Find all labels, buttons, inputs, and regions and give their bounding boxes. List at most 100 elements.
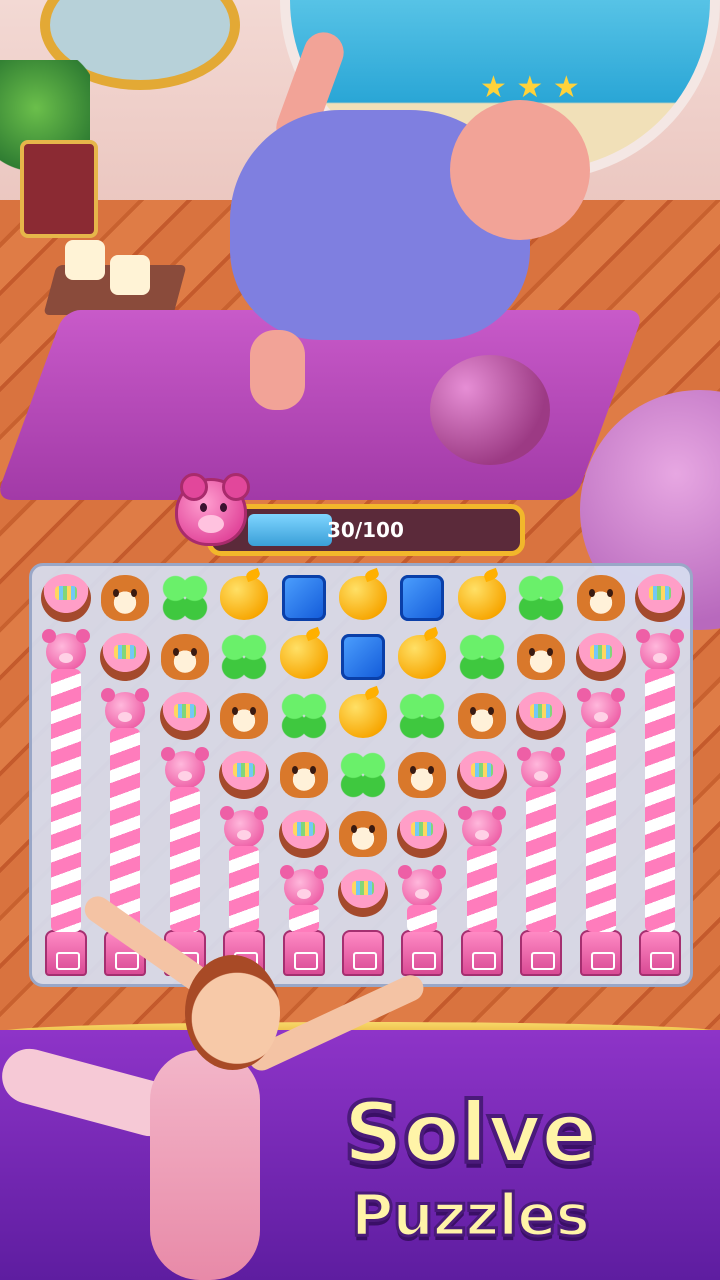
clover-candy-icon: [339, 751, 387, 799]
squirrel-candy-icon: [279, 752, 328, 798]
board-cell[interactable]: [216, 570, 272, 626]
pink-bear-candy-icon: [160, 747, 205, 789]
board-cell[interactable]: [394, 688, 450, 744]
donut-candy-icon: [516, 692, 567, 740]
clover-candy-icon: [279, 692, 328, 740]
clover-candy-icon: [517, 574, 566, 622]
dizzy-stars-icon: ★ ★ ★: [480, 70, 580, 105]
pink-bear-candy-icon: [636, 629, 680, 671]
board-cell[interactable]: [632, 570, 688, 626]
donut-candy-icon: [100, 633, 151, 681]
board-cell[interactable]: [276, 629, 332, 685]
board-cell[interactable]: [335, 688, 391, 744]
pink-bear-candy-icon: [220, 806, 265, 848]
orange-candy-icon: [220, 576, 269, 620]
board-cell[interactable]: [276, 688, 332, 744]
donut-candy-icon: [219, 751, 270, 799]
board-cell[interactable]: [157, 688, 213, 744]
orange-candy-icon: [457, 576, 506, 620]
donut-candy-icon: [159, 692, 210, 740]
dispenser-icon: [342, 930, 384, 976]
board-cell[interactable]: [157, 629, 213, 685]
dispenser-icon: [639, 930, 681, 976]
board-cell[interactable]: [276, 806, 332, 862]
candy-cane-pillar: [585, 728, 616, 932]
dispenser-icon: [520, 930, 563, 976]
squirrel-candy-icon: [398, 752, 447, 798]
orange-candy-icon: [339, 694, 387, 738]
board-cell[interactable]: [513, 629, 569, 685]
clover-candy-icon: [398, 692, 447, 740]
board-cell[interactable]: [394, 570, 450, 626]
board-cell[interactable]: [454, 570, 510, 626]
board-cell[interactable]: [335, 806, 391, 862]
candy-dispenser-base: [573, 926, 629, 982]
squirrel-candy-icon: [220, 693, 269, 739]
donut-candy-icon: [635, 574, 685, 622]
pink-bear-candy-icon: [398, 865, 443, 907]
pink-bear-candy-icon: [517, 747, 562, 789]
candy-cane-pillar: [407, 905, 438, 932]
pink-bear-candy-icon: [279, 865, 324, 907]
goal-progress-text: 30/100: [327, 518, 404, 542]
board-cell[interactable]: [513, 688, 569, 744]
pig-character-head: [450, 100, 590, 240]
board-cell[interactable]: [97, 629, 153, 685]
candle: [65, 240, 105, 280]
goal-progress-hud: 30/100: [175, 473, 527, 560]
candy-dispenser-base: [276, 926, 332, 982]
board-cell[interactable]: [454, 688, 510, 744]
board-cell[interactable]: [573, 629, 629, 685]
candy-dispenser-base: [335, 926, 391, 982]
blue-cube-candy-icon: [281, 575, 326, 621]
board-cell[interactable]: [276, 570, 332, 626]
board-cell[interactable]: [216, 747, 272, 803]
board-cell[interactable]: [38, 570, 94, 626]
donut-candy-icon: [456, 751, 507, 799]
board-cell[interactable]: [394, 806, 450, 862]
orange-candy-icon: [279, 635, 328, 679]
pink-bear-candy-icon: [101, 688, 146, 730]
board-cell[interactable]: [97, 570, 153, 626]
clover-candy-icon: [160, 574, 209, 622]
ballerina-character: [150, 1050, 260, 1280]
ballerina-head: [185, 955, 280, 1070]
board-cell[interactable]: [335, 865, 391, 921]
candy-dispenser-base: [632, 926, 688, 982]
pink-bear-candy-icon: [457, 806, 502, 848]
lantern-decoration: [20, 140, 98, 238]
candy-dispenser-base: [454, 926, 510, 982]
board-cell[interactable]: [454, 747, 510, 803]
goal-progress-fill: [248, 514, 332, 546]
clover-candy-icon: [457, 633, 506, 681]
board-cell[interactable]: [216, 688, 272, 744]
board-cell[interactable]: [276, 747, 332, 803]
board-cell[interactable]: [513, 570, 569, 626]
board-cell[interactable]: [394, 629, 450, 685]
board-cell[interactable]: [216, 629, 272, 685]
blue-cube-candy-icon: [400, 575, 445, 621]
squirrel-candy-icon: [101, 575, 150, 621]
candy-cane-pillar: [288, 905, 319, 932]
board-cell[interactable]: [573, 570, 629, 626]
dispenser-icon: [401, 930, 444, 976]
board-cell[interactable]: [335, 570, 391, 626]
candle: [110, 255, 150, 295]
candy-cane-pillar: [645, 669, 675, 932]
dispenser-icon: [579, 930, 622, 976]
candy-cane-pillar: [466, 846, 497, 932]
board-cell[interactable]: [335, 629, 391, 685]
board-cell[interactable]: [394, 747, 450, 803]
dispenser-icon: [45, 930, 87, 976]
pink-bear-candy-icon: [42, 629, 86, 671]
orange-candy-icon: [398, 635, 447, 679]
orange-candy-icon: [339, 576, 387, 620]
donut-candy-icon: [397, 810, 448, 858]
board-cell[interactable]: [157, 570, 213, 626]
foam-roller: [430, 355, 550, 465]
squirrel-candy-icon: [160, 634, 209, 680]
squirrel-candy-icon: [457, 693, 506, 739]
donut-candy-icon: [41, 574, 91, 622]
board-cell[interactable]: [454, 629, 510, 685]
board-cell[interactable]: [335, 747, 391, 803]
